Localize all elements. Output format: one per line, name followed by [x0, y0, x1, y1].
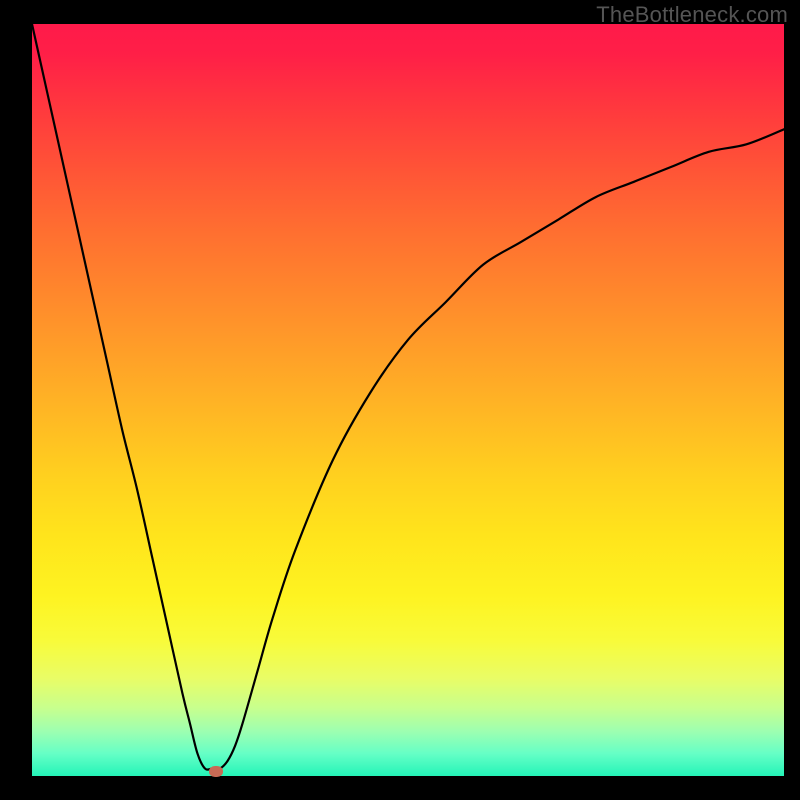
optimal-point-dot: [209, 766, 223, 777]
chart-frame: TheBottleneck.com: [0, 0, 800, 800]
gradient-plot-area: [32, 24, 784, 776]
curve-svg: [32, 24, 784, 776]
bottleneck-curve: [32, 24, 784, 770]
watermark-text: TheBottleneck.com: [596, 2, 788, 28]
